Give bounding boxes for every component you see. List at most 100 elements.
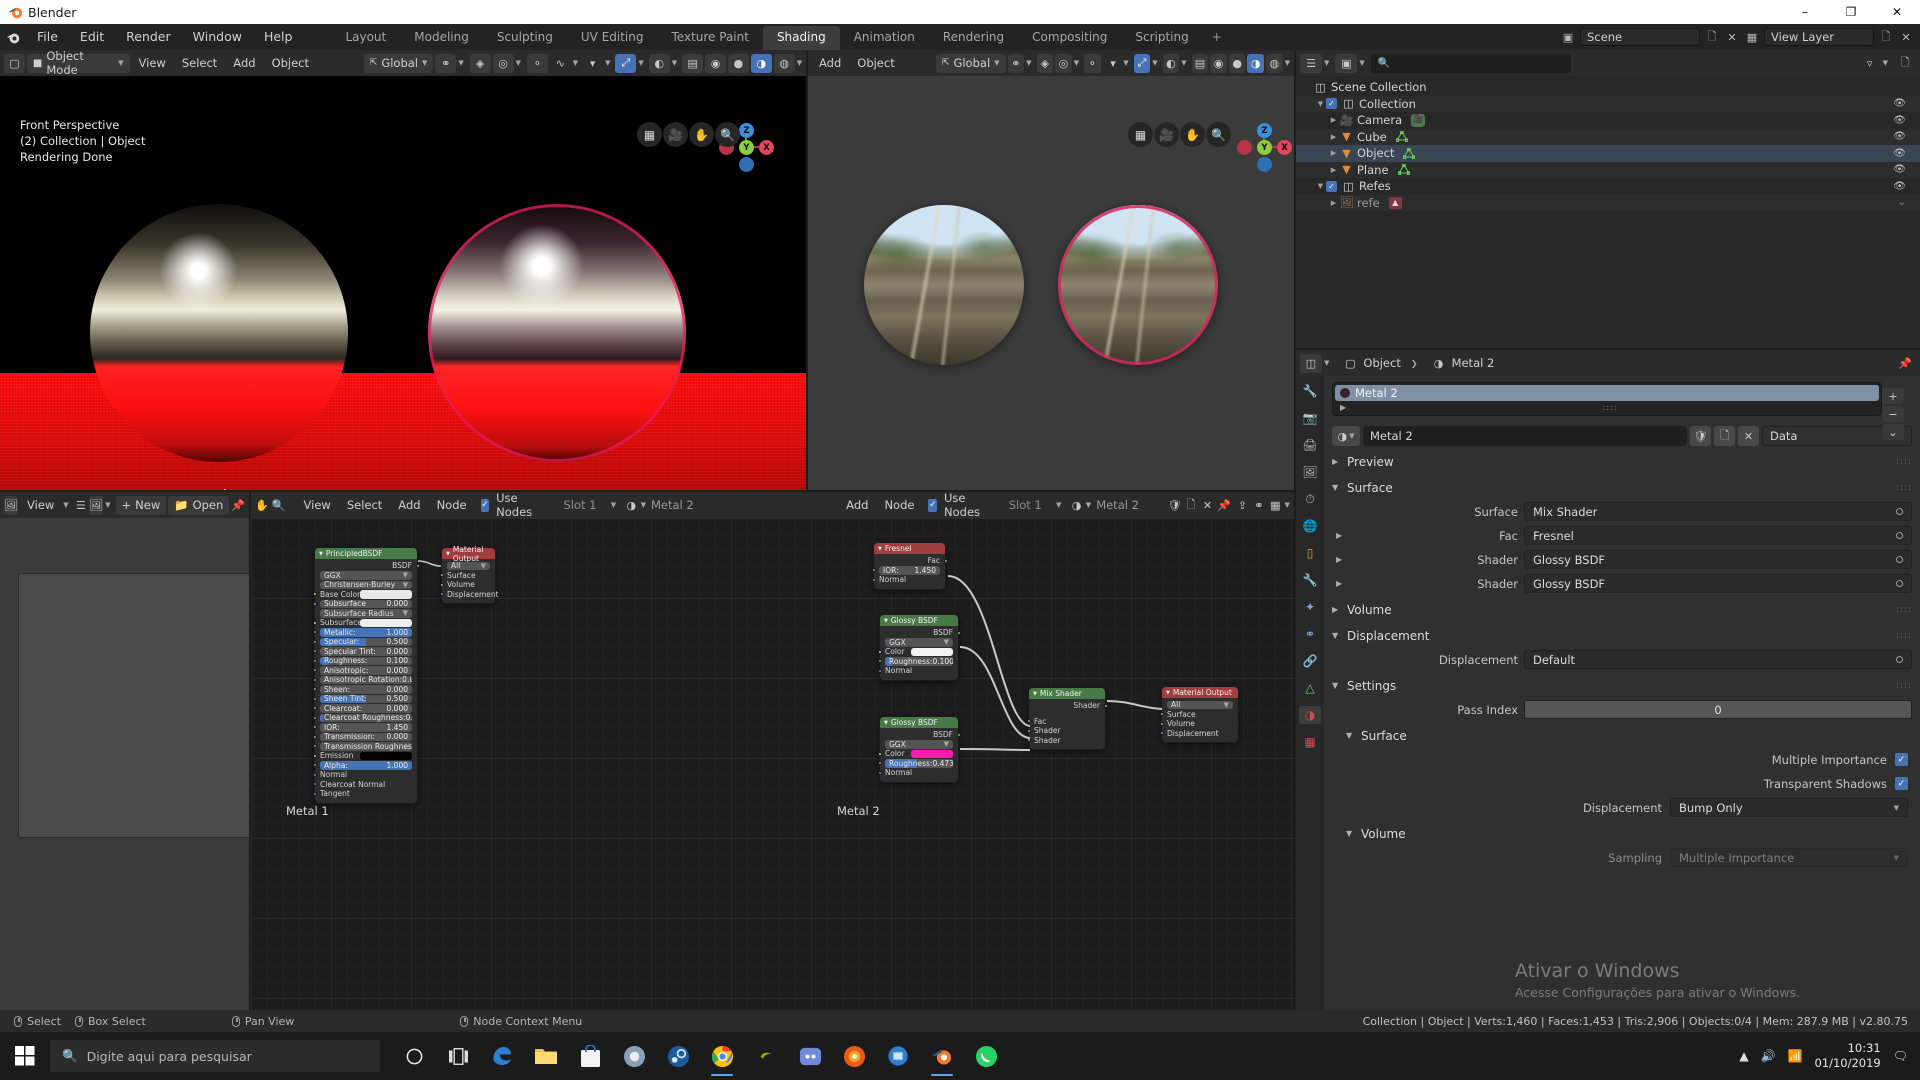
scene-name-field[interactable]: Scene xyxy=(1580,28,1700,46)
browse-material-node2-icon[interactable]: ◑ xyxy=(1069,496,1083,515)
right-gizmo-axis-y[interactable]: Y xyxy=(1257,140,1272,155)
displacement-value-field[interactable]: Default xyxy=(1524,650,1912,669)
viewport-right-menu-object[interactable]: Object xyxy=(850,53,901,73)
node-material-output-1[interactable]: ▼ Material Output All ▼ Surface Volume Di… xyxy=(439,545,499,604)
node-glossy2-header[interactable]: ▼ Glossy BSDF xyxy=(880,717,958,728)
node-material-output-2-header[interactable]: ▼ Material Output xyxy=(1162,687,1238,698)
outliner-new-collection-icon[interactable]: 🗋 xyxy=(1894,54,1916,73)
right-gizmo-toggle-icon[interactable]: ⤢ xyxy=(1133,53,1151,73)
node-glossy2-output[interactable]: BSDF xyxy=(880,730,961,740)
link-socket-icon[interactable] xyxy=(1896,508,1903,515)
field-slider[interactable]: Specular Tint: 0.000 xyxy=(320,647,412,656)
sampling-dropdown[interactable]: Multiple Importance ▼ xyxy=(1670,848,1908,867)
principled-field-specular-tint[interactable]: Specular Tint: 0.000 xyxy=(312,647,417,657)
outliner-row-refe[interactable]: ▶ 🖼 refe ▲ ⌄ xyxy=(1296,194,1920,211)
disclosure-triangle-icon[interactable]: ▶ xyxy=(1328,149,1339,157)
principled-field-tangent[interactable]: Tangent xyxy=(312,789,417,799)
expand-triangle-icon[interactable]: ▶ xyxy=(1336,531,1347,540)
slot2-dropdown[interactable]: Slot 1 ▼ xyxy=(1003,496,1068,515)
expand-triangle-icon[interactable]: ▶ xyxy=(1336,555,1347,564)
node-material-output-2[interactable]: ▼ Material Output All ▼ Surface Volume Di… xyxy=(1159,686,1239,743)
transparent-shadows-checkbox[interactable]: ✓ xyxy=(1895,777,1908,790)
node-glossy1-color-swatch[interactable] xyxy=(911,647,953,656)
shader-go-parent-icon[interactable]: ⇪ xyxy=(1235,496,1249,515)
field-slider[interactable]: Metallic: 1.000 xyxy=(320,628,412,637)
node-fresnel-header[interactable]: ▼ Fresnel xyxy=(874,543,945,554)
browse-image-icon[interactable]: 🖼 xyxy=(89,495,104,515)
principled-field-ior[interactable]: IOR: 1.450 xyxy=(312,723,417,733)
shader-overlay-icon[interactable]: ▦ xyxy=(1268,496,1282,515)
proportional-edit-icon[interactable]: ◈ xyxy=(469,53,491,73)
link-socket-icon[interactable] xyxy=(1896,580,1903,587)
principled-field-sheen[interactable]: Sheen: 0.000 xyxy=(312,685,417,695)
principled-field-normal[interactable]: Normal xyxy=(312,770,417,780)
node-mo1-in-surface[interactable]: Surface xyxy=(439,571,495,581)
tab-output[interactable]: 🖨 xyxy=(1299,436,1321,454)
node-fresnel[interactable]: ▼ Fresnel Fac IOR: 1.450 Normal xyxy=(871,542,948,590)
material-slot-selected[interactable]: Metal 2 xyxy=(1335,385,1879,401)
node-fresnel-normal[interactable]: Normal xyxy=(871,575,945,585)
right-camera-view-icon[interactable]: 🎥 xyxy=(1154,122,1179,147)
tab-tool[interactable]: 🔧 xyxy=(1299,382,1321,400)
camera-data-icon[interactable]: 🎥 xyxy=(1411,113,1426,127)
outliner-row-refes[interactable]: ▼ ✓ ◫ Refes 👁 xyxy=(1296,178,1920,195)
firefox-icon[interactable] xyxy=(834,1035,874,1077)
surface-row-value[interactable]: Fresnel xyxy=(1524,526,1912,545)
principled-field-specular[interactable]: Specular: 0.500 xyxy=(312,637,417,647)
cortana-icon[interactable] xyxy=(394,1035,434,1077)
field-slider[interactable]: Anisotropic: 0.000 xyxy=(320,666,412,675)
shading-wireframe-icon[interactable]: ◉ xyxy=(705,53,726,73)
start-button[interactable] xyxy=(0,1032,50,1080)
image-data-icon[interactable]: ▲ xyxy=(1388,196,1402,209)
toggle-grid-icon[interactable]: ▦ xyxy=(637,122,662,147)
principled-field-subsurface[interactable]: Subsurface 0.000 xyxy=(312,599,417,609)
object-mode-dropdown[interactable]: ■ Object Mode ▼ xyxy=(26,50,130,77)
menu-file[interactable]: File xyxy=(26,24,69,50)
right-shading-material-icon[interactable]: ◑ xyxy=(1247,53,1265,73)
field-slider[interactable]: Transmission Roughness:0.000 xyxy=(320,742,412,751)
outliner-display-mode-icon[interactable]: ▣ xyxy=(1335,53,1358,73)
principled-field-clearcoat-roughness[interactable]: Clearcoat Roughness:0.030 xyxy=(312,713,417,723)
material-slot-specials-button[interactable]: ⌄ xyxy=(1882,424,1904,440)
tab-physics[interactable]: ⚭ xyxy=(1299,625,1321,643)
outliner-editor-type-icon[interactable]: ☰ xyxy=(1300,53,1322,73)
gizmo-axis-neg-z[interactable] xyxy=(739,157,754,172)
visibility-eye-icon[interactable]: 👁 xyxy=(1893,181,1906,192)
menu-render[interactable]: Render xyxy=(115,24,182,50)
close-button[interactable]: ✕ xyxy=(1874,0,1920,24)
nvidia-icon[interactable] xyxy=(746,1035,786,1077)
field-slider[interactable]: Alpha: 1.000 xyxy=(320,761,412,770)
node-principled-header[interactable]: ▼ PrincipledBSDF xyxy=(315,548,417,559)
shading-rendered-icon[interactable]: ◍ xyxy=(773,53,795,73)
properties-editor[interactable]: ◫ ▼ ▢ Object ❯ ◑ Metal 2 📌 🔧 📷 🖨 🖼 ⏱ 🌐 ▯… xyxy=(1296,350,1920,1030)
right-proportional-edit-icon[interactable]: ◈ xyxy=(1036,53,1054,73)
shading-material-icon[interactable]: ◑ xyxy=(750,53,772,73)
mesh-data-icon[interactable] xyxy=(1403,147,1416,159)
outliner-row-scene-collection[interactable]: ◫ Scene Collection xyxy=(1296,79,1920,96)
taskbar-clock[interactable]: 10:31 01/10/2019 xyxy=(1814,1041,1880,1071)
view-layer-browse-icon[interactable]: ▦ xyxy=(1744,29,1760,45)
node-principled-output-bsdf[interactable]: BSDF xyxy=(315,561,420,571)
node-material-output-1-header[interactable]: ▼ Material Output xyxy=(442,545,495,563)
collection-checkbox[interactable]: ✓ xyxy=(1326,180,1337,192)
shader-menu-add[interactable]: Add xyxy=(391,495,427,515)
right-zoom-view-icon[interactable]: 🔍 xyxy=(1206,122,1231,147)
shading-solid-icon[interactable]: ● xyxy=(727,53,749,73)
node-glossy-bsdf-2[interactable]: ▼ Glossy BSDF BSDF GGX ▼ Color Roughness… xyxy=(877,716,961,783)
color-swatch[interactable] xyxy=(360,751,412,760)
shader-menu-node[interactable]: Node xyxy=(430,495,474,515)
pin-id-icon[interactable]: 📌 xyxy=(1894,354,1916,373)
tray-expand-icon[interactable]: ▲ xyxy=(1739,1049,1748,1063)
principled-field-subsurface-color[interactable]: Subsurface Color xyxy=(312,618,417,628)
blender-icon[interactable] xyxy=(922,1035,962,1077)
visibility-eye-icon[interactable]: 👁 xyxy=(1893,98,1906,109)
media-icon[interactable] xyxy=(614,1035,654,1077)
node-glossy2-roughness[interactable]: Roughness: 0.473 xyxy=(877,759,958,769)
disclosure-triangle-icon[interactable]: ▶ xyxy=(1328,133,1339,141)
section-preview[interactable]: ▶ Preview :::: xyxy=(1332,451,1912,472)
tab-sculpting[interactable]: Sculpting xyxy=(483,26,567,50)
right-overlays-icon[interactable]: ◐ xyxy=(1162,53,1180,73)
visibility-eye-icon[interactable]: 👁 xyxy=(1893,115,1906,126)
maximize-button[interactable]: ❐ xyxy=(1828,0,1874,24)
tab-constraints[interactable]: 🔗 xyxy=(1299,652,1321,670)
